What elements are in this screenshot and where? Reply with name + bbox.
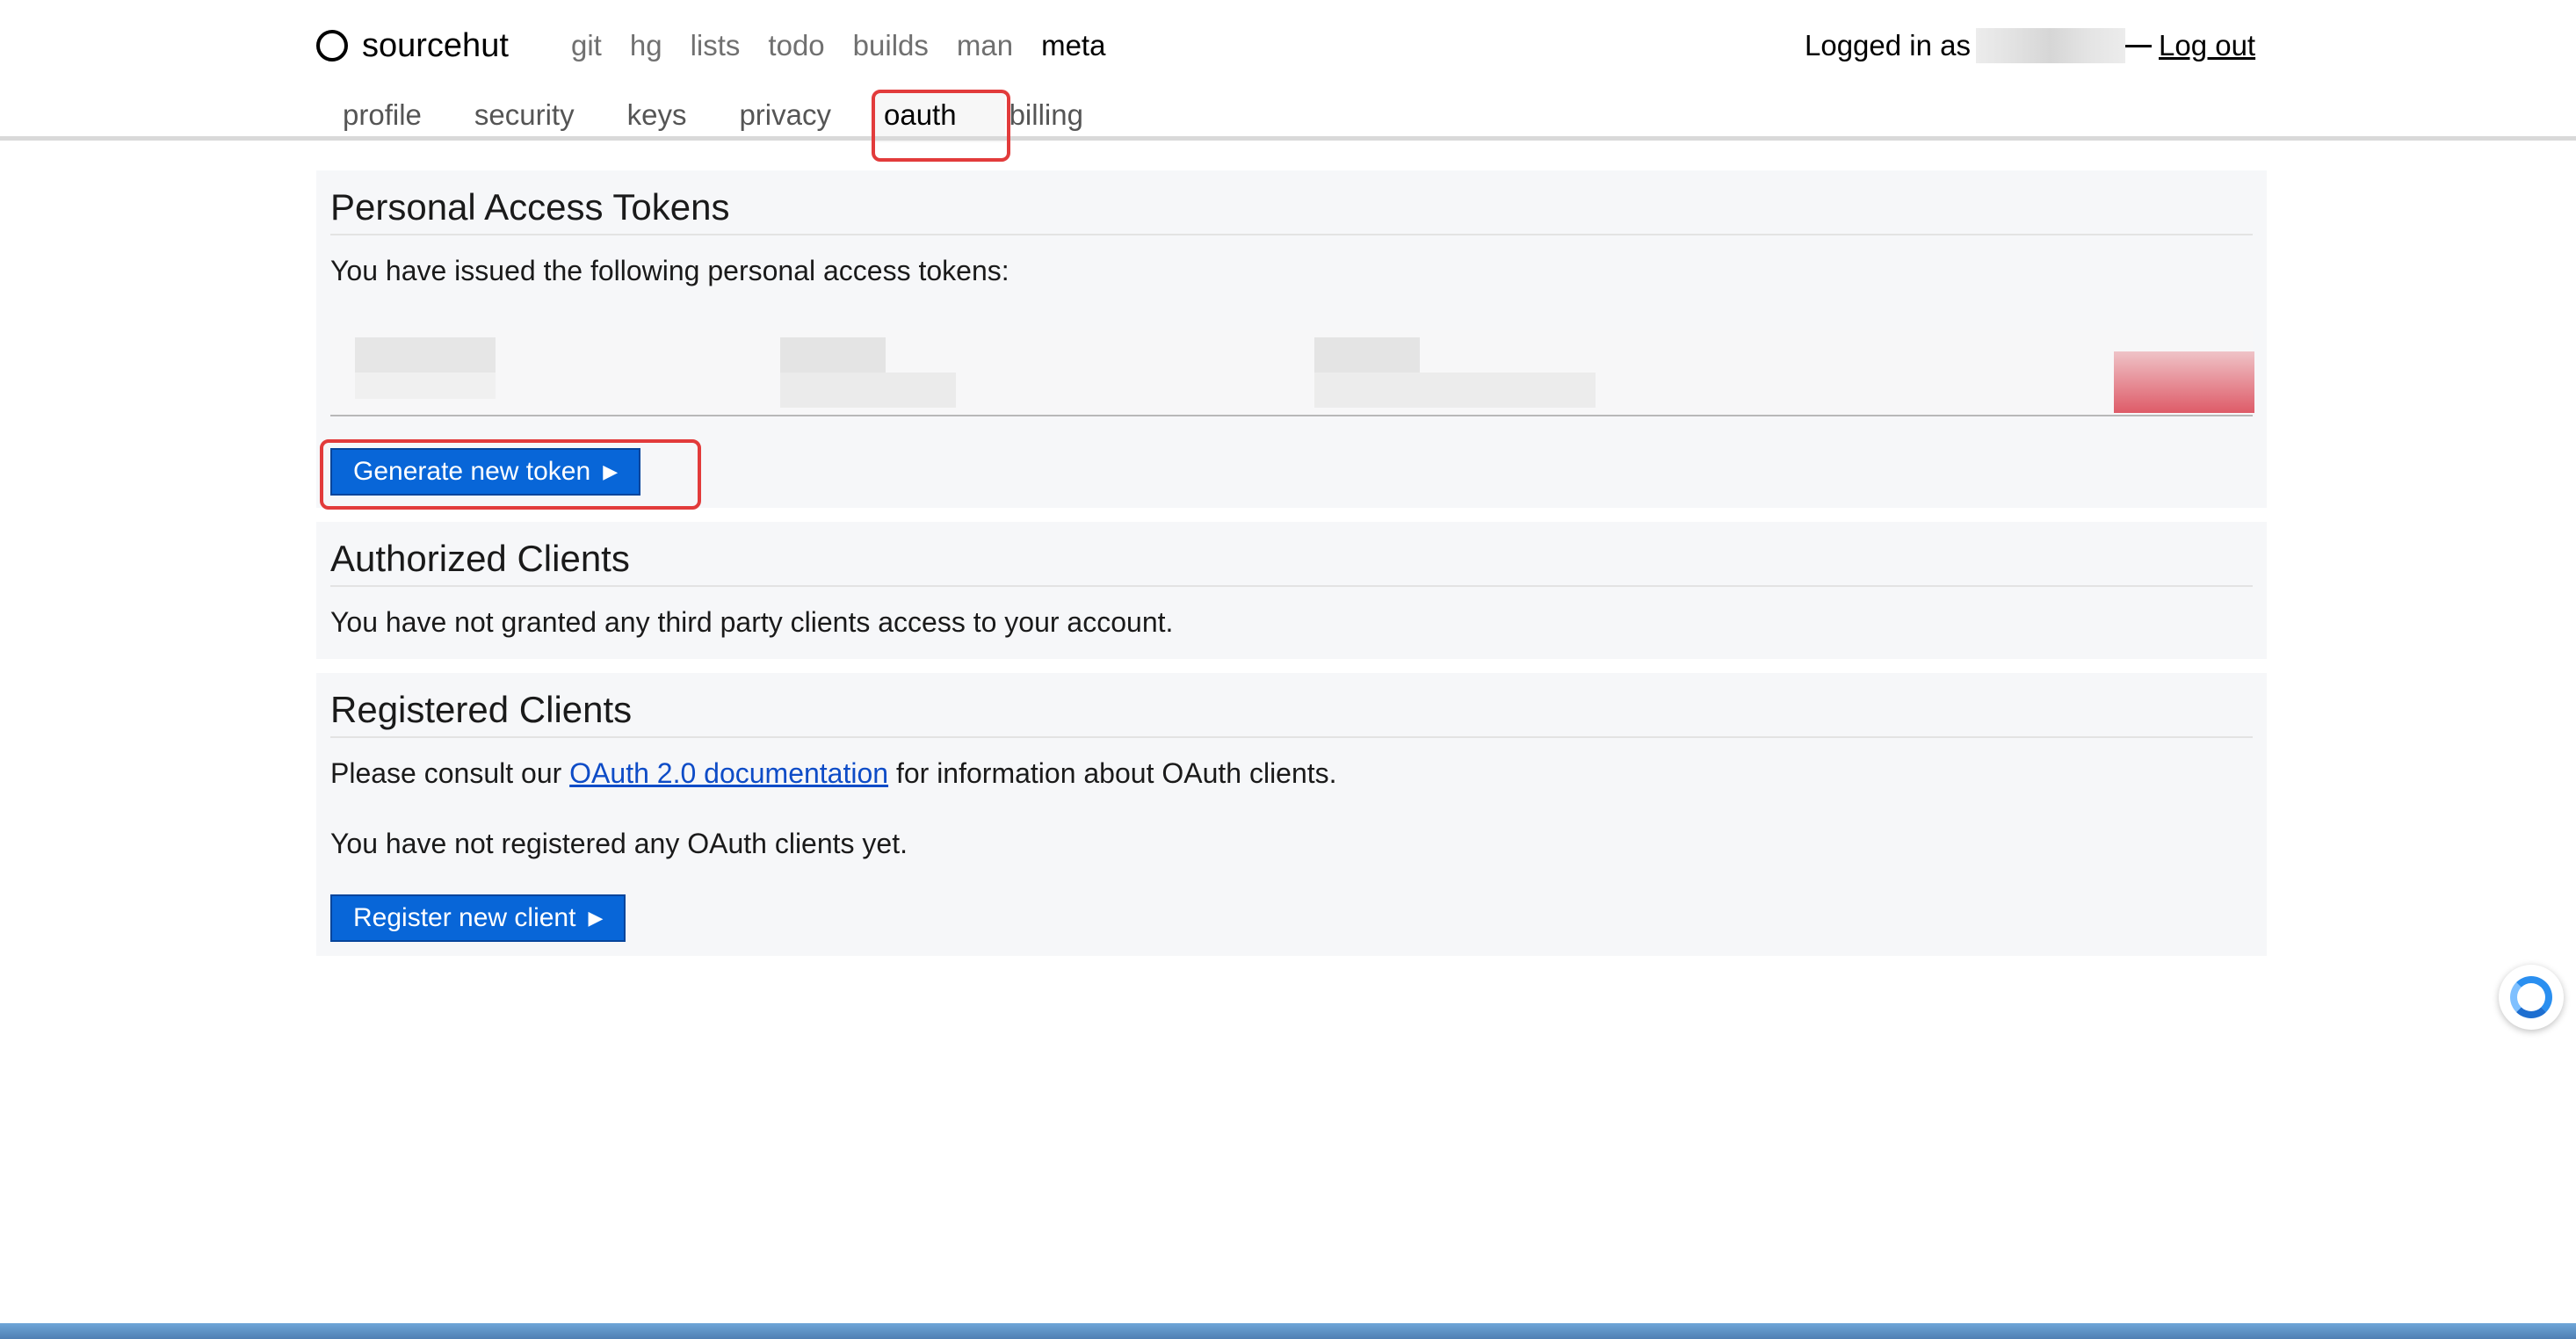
service-link-meta[interactable]: meta [1041, 29, 1105, 62]
authorized-clients-section: Authorized Clients You have not granted … [316, 522, 2267, 659]
redacted-token-name [355, 373, 496, 399]
authorized-clients-description: You have not granted any third party cli… [330, 606, 1174, 638]
service-link-todo[interactable]: todo [768, 29, 824, 62]
section-divider [330, 234, 2253, 235]
logged-in-label: Logged in as [1805, 29, 1971, 62]
section-divider [330, 736, 2253, 738]
service-link-man[interactable]: man [957, 29, 1013, 62]
personal-tokens-title: Personal Access Tokens [330, 186, 730, 228]
personal-tokens-description: You have issued the following personal a… [330, 255, 1009, 286]
tab-security[interactable]: security [448, 98, 601, 132]
redacted-token-expiry [1314, 337, 1420, 373]
service-link-builds[interactable]: builds [853, 29, 929, 62]
register-client-button[interactable]: Register new client ▶ [330, 894, 626, 942]
service-link-lists[interactable]: lists [691, 29, 741, 62]
assistant-orb-icon [2510, 976, 2552, 1018]
service-links: git hg lists todo builds man meta [571, 24, 1105, 68]
token-list [330, 330, 2254, 416]
tab-keys[interactable]: keys [601, 98, 713, 132]
register-client-label: Register new client [353, 903, 576, 932]
logout-link[interactable]: Log out [2159, 29, 2255, 62]
consult-prefix: Please consult our [330, 757, 562, 789]
login-status: Logged in as Log out [1805, 24, 2255, 68]
assistant-orb-button[interactable] [2499, 965, 2564, 1030]
service-link-hg[interactable]: hg [630, 29, 662, 62]
desktop-background [0, 1323, 2576, 1339]
registered-clients-title: Registered Clients [330, 689, 633, 730]
consult-suffix: for information about OAuth clients. [895, 757, 1337, 789]
service-link-git[interactable]: git [571, 29, 602, 62]
redacted-token-name [355, 337, 496, 373]
brand-name: sourcehut [362, 26, 509, 64]
redacted-token-expiry [1314, 373, 1596, 408]
circle-logo-icon [316, 30, 348, 62]
tab-profile[interactable]: profile [316, 98, 448, 132]
top-navigation: sourcehut git hg lists todo builds man m… [0, 0, 2576, 142]
oauth-docs-link[interactable]: OAuth 2.0 documentation [569, 757, 888, 789]
redacted-token-date [780, 337, 886, 373]
subnav-divider [0, 136, 2576, 141]
redacted-username [1976, 28, 2125, 63]
redacted-token-date [780, 373, 956, 408]
section-divider [330, 585, 2253, 587]
generate-button-highlight [320, 439, 701, 510]
revoke-button[interactable] [2114, 351, 2254, 413]
window-frame-bottom [0, 1309, 2576, 1323]
oauth-tab-highlight [872, 90, 1010, 162]
caret-right-icon: ▶ [588, 907, 604, 929]
consult-docs-text: Please consult our OAuth 2.0 documentati… [330, 757, 1337, 790]
no-clients-text: You have not registered any OAuth client… [330, 828, 908, 859]
authorized-clients-title: Authorized Clients [330, 538, 630, 579]
tab-privacy[interactable]: privacy [713, 98, 857, 132]
separator-dash [2125, 44, 2152, 47]
registered-clients-section: Registered Clients Please consult our OA… [316, 673, 2267, 956]
brand-logo[interactable]: sourcehut [316, 24, 509, 68]
